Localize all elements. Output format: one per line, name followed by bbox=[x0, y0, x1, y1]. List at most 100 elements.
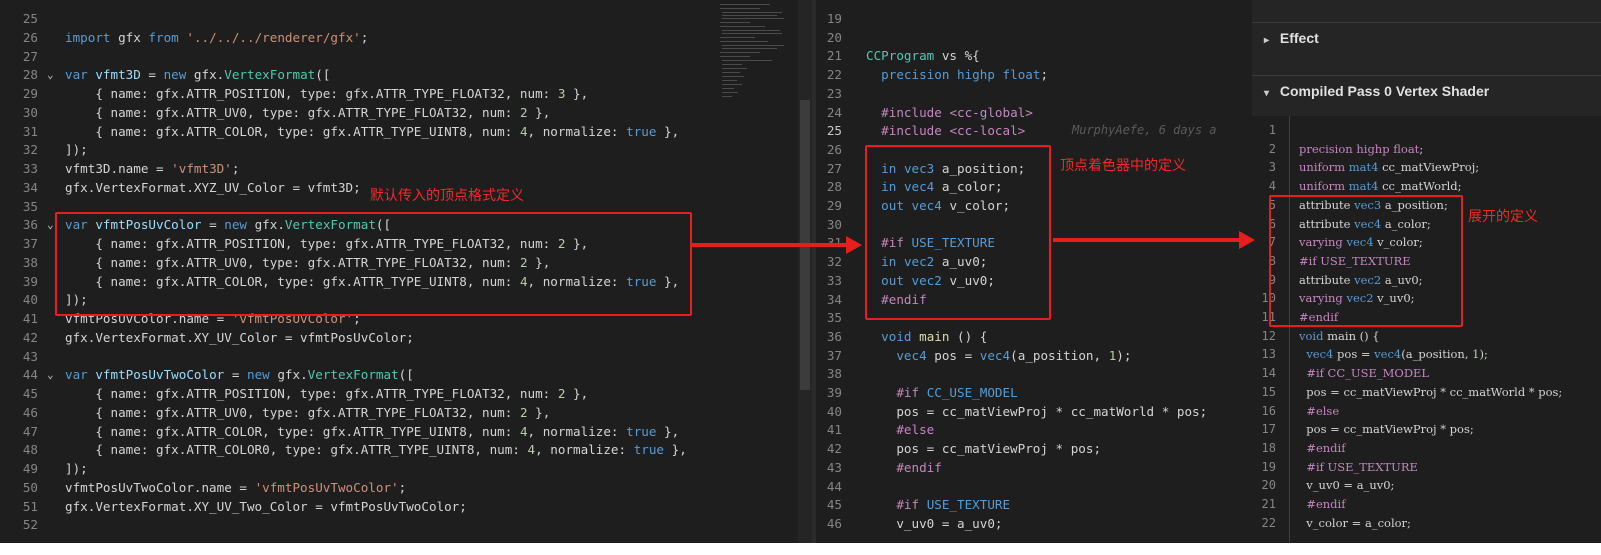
code-line[interactable]: 38 bbox=[816, 364, 1252, 383]
inspector-panel[interactable]: ▸ Effect ▾ Compiled Pass 0 Vertex Shader… bbox=[1252, 0, 1601, 543]
code-line[interactable]: 43 #endif bbox=[816, 458, 1252, 477]
line-number: 46 bbox=[826, 515, 842, 531]
code-line[interactable]: 44 ⌄ var vfmtPosUvTwoColor = new gfx.Verte… bbox=[0, 365, 712, 384]
shader-line[interactable]: 20 v_uv0 = a_uv0; bbox=[1252, 476, 1601, 495]
line-content: { name: gfx.ATTR_COLOR, type: gfx.ATTR_T… bbox=[65, 422, 679, 441]
line-content: vec4 pos = vec4(a_position, 1); bbox=[1299, 345, 1488, 364]
code-line[interactable]: 40 pos = cc_matViewProj * cc_matWorld * … bbox=[816, 402, 1252, 421]
line-number: 27 bbox=[826, 160, 842, 176]
line-number: 46 bbox=[22, 404, 38, 420]
code-line[interactable]: 19 bbox=[816, 9, 1252, 28]
code-line[interactable]: 32]); bbox=[0, 140, 712, 159]
shader-line[interactable]: 21 #endif bbox=[1252, 495, 1601, 514]
code-token: }, bbox=[656, 423, 680, 439]
effect-editor-pane[interactable]: 19 20 21 CCProgram vs %{22 precision highp … bbox=[816, 0, 1252, 543]
code-line[interactable]: 34 gfx.VertexFormat.XYZ_UV_Color = vfmt3D… bbox=[0, 178, 712, 197]
code-line[interactable]: 21 CCProgram vs %{ bbox=[816, 46, 1252, 65]
code-line[interactable]: 45 #if USE_TEXTURE bbox=[816, 495, 1252, 514]
code-line[interactable]: 20 bbox=[816, 28, 1252, 47]
code-token: { name: gfx.ATTR_POSITION, type: gfx.ATT… bbox=[65, 386, 558, 401]
code-line[interactable]: 49]); bbox=[0, 459, 712, 478]
shader-line[interactable]: 1 bbox=[1252, 121, 1601, 140]
shader-line[interactable]: 2 precision highp float; bbox=[1252, 140, 1601, 159]
shader-line[interactable]: 12 void main () { bbox=[1252, 327, 1601, 346]
line-number: 51 bbox=[22, 498, 38, 514]
code-line[interactable]: 50 vfmtPosUvTwoColor.name = 'vfmtPosUvTwo… bbox=[0, 478, 712, 497]
code-token: vs bbox=[934, 48, 965, 64]
code-line[interactable]: 47 { name: gfx.ATTR_COLOR, type: gfx.ATT… bbox=[0, 422, 712, 441]
code-token: mat4 bbox=[1348, 160, 1379, 175]
code-token: () { bbox=[949, 328, 988, 344]
code-line[interactable]: 42 gfx.VertexFormat.XY_UV_Color = vfmtPos… bbox=[0, 328, 712, 347]
code-token: v_color = a_color; bbox=[1299, 515, 1411, 530]
editor-scrollbar[interactable] bbox=[798, 0, 812, 543]
line-number: 49 bbox=[22, 461, 38, 476]
line-number: 32 bbox=[22, 142, 38, 158]
code-token: }, bbox=[527, 404, 551, 420]
code-line[interactable]: 52 bbox=[0, 515, 712, 534]
code-line[interactable]: 45 { name: gfx.ATTR_POSITION, type: gfx.… bbox=[0, 384, 712, 403]
line-number: 30 bbox=[826, 216, 842, 232]
line-number: 47 bbox=[22, 423, 38, 439]
code-line[interactable]: 23 bbox=[816, 84, 1252, 103]
code-line[interactable]: 41 #else bbox=[816, 420, 1252, 439]
code-line[interactable]: 27 bbox=[0, 47, 712, 66]
code-token: ); bbox=[1479, 347, 1488, 362]
line-number: 48 bbox=[22, 442, 38, 458]
code-line[interactable]: 33 vfmt3D.name = 'vfmt3D'; bbox=[0, 159, 712, 178]
effect-section-header[interactable]: ▸ Effect bbox=[1252, 22, 1601, 53]
line-number: 43 bbox=[826, 459, 842, 475]
code-line[interactable]: 42 pos = cc_matViewProj * pos; bbox=[816, 439, 1252, 458]
code-line[interactable]: 30 { name: gfx.ATTR_UV0, type: gfx.ATTR_… bbox=[0, 103, 712, 122]
code-line[interactable]: 48 { name: gfx.ATTR_COLOR0, type: gfx.AT… bbox=[0, 440, 712, 459]
fold-chevron-icon[interactable]: ⌄ bbox=[47, 365, 54, 384]
code-token: { name: gfx.ATTR_UV0, type: gfx.ATTR_TYP… bbox=[65, 404, 520, 420]
compiled-shader-section-header[interactable]: ▾ Compiled Pass 0 Vertex Shader bbox=[1252, 75, 1601, 106]
line-number: 37 bbox=[22, 236, 38, 251]
shader-line[interactable]: 14 #if CC_USE_MODEL bbox=[1252, 364, 1601, 383]
minimap[interactable] bbox=[712, 0, 798, 543]
code-line[interactable]: 31 { name: gfx.ATTR_COLOR, type: gfx.ATT… bbox=[0, 122, 712, 141]
code-line[interactable]: 46 v_uv0 = a_uv0; bbox=[816, 514, 1252, 533]
shader-line[interactable]: 22 v_color = a_color; bbox=[1252, 514, 1601, 533]
code-line[interactable]: 28 ⌄ var vfmt3D = new gfx.VertexFormat([ bbox=[0, 65, 712, 84]
compiled-shader-code[interactable]: 1 2 precision highp float; 3 uniform mat4 cc… bbox=[1252, 116, 1601, 543]
code-token: pos = cc_matViewProj * pos; bbox=[866, 441, 1102, 457]
code-line[interactable]: 44 bbox=[816, 477, 1252, 496]
fold-chevron-icon[interactable]: ⌄ bbox=[47, 65, 54, 84]
code-line[interactable]: 25 #include <cc-local> MurphyAefe, 6 days… bbox=[816, 121, 1252, 140]
code-line[interactable]: 43 bbox=[0, 347, 712, 366]
code-line[interactable]: 29 { name: gfx.ATTR_POSITION, type: gfx.… bbox=[0, 84, 712, 103]
line-number: 14 bbox=[1261, 366, 1276, 381]
shader-line[interactable]: 17 pos = cc_matViewProj * pos; bbox=[1252, 420, 1601, 439]
code-line[interactable]: 37 vec4 pos = vec4(a_position, 1); bbox=[816, 346, 1252, 365]
shader-line[interactable]: 15 pos = cc_matViewProj * cc_matWorld * … bbox=[1252, 383, 1601, 402]
code-line[interactable]: 24 #include <cc-global> bbox=[816, 103, 1252, 122]
line-number: 40 bbox=[22, 292, 38, 308]
line-content: ]); bbox=[65, 459, 88, 478]
line-number: 42 bbox=[826, 441, 842, 457]
code-token: gfx.VertexFormat.XY_UV_Color = vfmtPosUv… bbox=[65, 329, 414, 345]
code-line[interactable]: 36 void main () { bbox=[816, 327, 1252, 346]
shader-line[interactable]: 16 #else bbox=[1252, 402, 1601, 421]
code-token: , normalize: bbox=[527, 423, 627, 439]
fold-chevron-icon[interactable]: ⌄ bbox=[47, 215, 54, 234]
line-number: 28 bbox=[826, 179, 842, 195]
shader-line[interactable]: 18 #endif bbox=[1252, 439, 1601, 458]
code-token: void bbox=[1299, 328, 1324, 343]
code-line[interactable]: 39 #if CC_USE_MODEL bbox=[816, 383, 1252, 402]
code-line[interactable]: 51 gfx.VertexFormat.XY_UV_Two_Color = vfm… bbox=[0, 497, 712, 516]
chevron-right-icon: ▸ bbox=[1264, 35, 1270, 46]
js-editor-pane[interactable]: 25 26 import gfx from '../../../renderer/g… bbox=[0, 0, 712, 543]
code-line[interactable]: 22 precision highp float; bbox=[816, 65, 1252, 84]
code-line[interactable]: 25 bbox=[0, 9, 712, 28]
code-line[interactable]: 46 { name: gfx.ATTR_UV0, type: gfx.ATTR_… bbox=[0, 403, 712, 422]
shader-line[interactable]: 4 uniform mat4 cc_matWorld; bbox=[1252, 177, 1601, 196]
shader-line[interactable]: 19 #if USE_TEXTURE bbox=[1252, 458, 1601, 477]
shader-line[interactable]: 13 vec4 pos = vec4(a_position, 1); bbox=[1252, 345, 1601, 364]
line-content: #include <cc-local> bbox=[866, 121, 1025, 140]
code-line[interactable]: 26 import gfx from '../../../renderer/gfx… bbox=[0, 28, 712, 47]
shader-line[interactable]: 3 uniform mat4 cc_matViewProj; bbox=[1252, 158, 1601, 177]
